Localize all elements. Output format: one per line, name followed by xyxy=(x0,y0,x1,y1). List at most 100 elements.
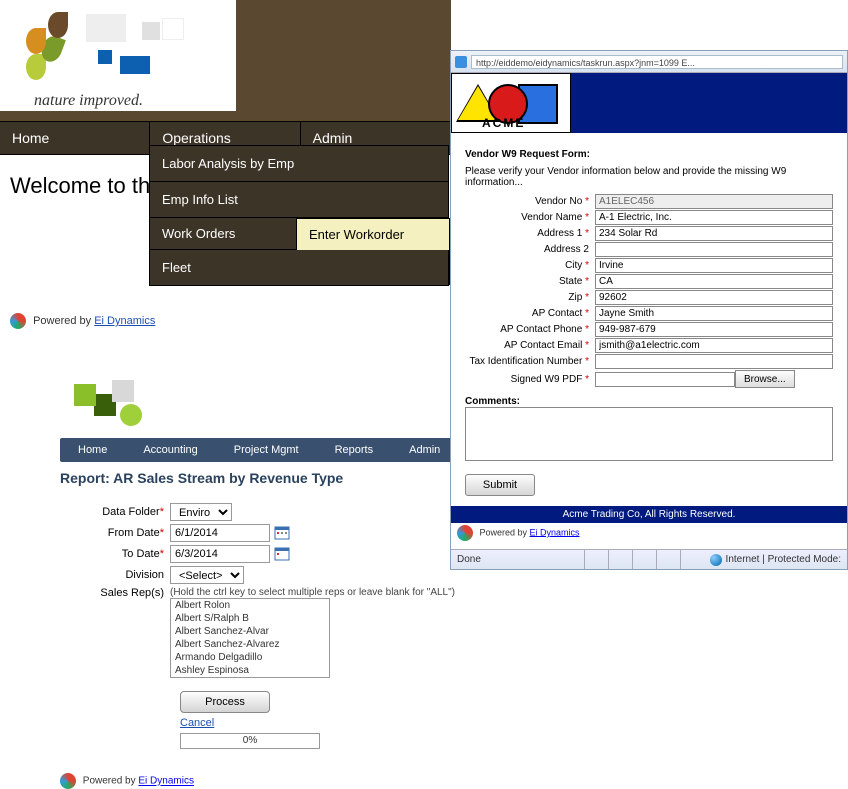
lbl-vendor-no: Vendor No * xyxy=(465,196,595,207)
lbl-ap-email: AP Contact Email * xyxy=(465,340,595,351)
cancel-link[interactable]: Cancel xyxy=(180,717,460,729)
lbl-state: State * xyxy=(465,276,595,287)
address1-field[interactable] xyxy=(595,226,833,241)
dd-fleet[interactable]: Fleet xyxy=(149,250,449,286)
list-item[interactable]: Albert S/Ralph B xyxy=(171,612,329,625)
signed-pdf-field[interactable] xyxy=(595,372,735,387)
browser-status-bar: Done Internet | Protected Mode: xyxy=(451,549,847,569)
acme-browser-pane: http://eiddemo/eidynamics/taskrun.aspx?j… xyxy=(450,50,848,570)
acme-logo-icon: ACME xyxy=(451,73,571,133)
lbl-address2: Address 2 xyxy=(465,244,595,255)
lbl-from-date: From Date* xyxy=(60,527,170,539)
powered-text: Powered by xyxy=(83,776,139,787)
page-favicon-icon xyxy=(455,56,467,68)
list-item[interactable]: Albert Sanchez-Alvar xyxy=(171,625,329,638)
form-intro: Please verify your Vendor information be… xyxy=(465,166,833,188)
nav-home[interactable]: Home xyxy=(0,122,150,154)
ei-dynamics-link[interactable]: Ei Dynamics xyxy=(138,776,194,787)
powered-text: Powered by xyxy=(480,527,530,537)
browse-button[interactable]: Browse... xyxy=(735,370,795,388)
ap-email-field[interactable] xyxy=(595,338,833,353)
report-app-pane: Home Accounting Project Mgmt Reports Adm… xyxy=(60,370,460,789)
tin-field[interactable] xyxy=(595,354,833,369)
lbl-city: City * xyxy=(465,260,595,271)
lbl-division: Division xyxy=(60,569,170,581)
city-field[interactable] xyxy=(595,258,833,273)
welcome-left: Welcome to th xyxy=(10,173,150,198)
address2-field[interactable] xyxy=(595,242,833,257)
sales-reps-listbox[interactable]: Albert Rolon Albert S/Ralph B Albert San… xyxy=(170,598,330,678)
vendor-name-field[interactable] xyxy=(595,210,833,225)
lbl-tin: Tax Identification Number * xyxy=(465,356,595,367)
report-title: Report: AR Sales Stream by Revenue Type xyxy=(60,462,460,500)
browser-tab-bar: http://eiddemo/eidynamics/taskrun.aspx?j… xyxy=(451,51,847,73)
dd-emp-info[interactable]: Emp Info List xyxy=(149,182,449,218)
lbl-sales-reps: Sales Rep(s) xyxy=(60,587,170,599)
list-item[interactable]: Albert Rolon xyxy=(171,599,329,612)
globe-icon xyxy=(710,554,722,566)
powered-by: Powered by Ei Dynamics xyxy=(0,307,451,335)
status-net-text: Internet | Protected Mode: xyxy=(726,554,841,565)
powered-by: Powered by Ei Dynamics xyxy=(457,525,580,541)
dd-work-orders[interactable]: Work Orders Enter Workorder View Workord… xyxy=(149,218,449,250)
status-internet: Internet | Protected Mode: xyxy=(704,554,847,566)
list-item[interactable]: Ashley Espinosa xyxy=(171,664,329,677)
logo-area: nature improved. xyxy=(0,0,236,111)
lbl-ap-contact: AP Contact * xyxy=(465,308,595,319)
dd-work-orders-label: Work Orders xyxy=(162,226,235,241)
calendar-icon[interactable] xyxy=(274,546,290,562)
ap-phone-field[interactable] xyxy=(595,322,833,337)
list-item[interactable]: Albert Sanchez-Alvarez xyxy=(171,638,329,651)
zip-field[interactable] xyxy=(595,290,833,305)
lbl-zip: Zip * xyxy=(465,292,595,303)
calendar-icon[interactable] xyxy=(274,525,290,541)
ei-orb-icon xyxy=(457,525,473,541)
acme-logo-text: ACME xyxy=(482,116,525,130)
to-date-input[interactable] xyxy=(170,545,270,563)
form-title: Vendor W9 Request Form: xyxy=(465,149,833,160)
operations-dropdown: Labor Analysis by Emp Emp Info List Work… xyxy=(149,145,449,286)
rnav-reports[interactable]: Reports xyxy=(317,438,392,462)
sub-enter-workorder[interactable]: Enter Workorder xyxy=(296,218,450,252)
tagline: nature improved. xyxy=(34,92,143,110)
ei-orb-icon xyxy=(60,773,76,789)
rnav-project-mgmt[interactable]: Project Mgmt xyxy=(216,438,317,462)
status-done: Done xyxy=(451,554,487,565)
w9-form: Vendor W9 Request Form: Please verify yo… xyxy=(451,133,847,506)
acme-header: ACME xyxy=(451,73,847,133)
ei-dynamics-link[interactable]: Ei Dynamics xyxy=(94,315,155,327)
division-select[interactable]: <Select> xyxy=(170,566,244,584)
comments-label: Comments: xyxy=(465,396,833,407)
data-folder-select[interactable]: Enviro xyxy=(170,503,232,521)
acme-footer: Acme Trading Co, All Rights Reserved. xyxy=(451,506,847,523)
lbl-ap-phone: AP Contact Phone * xyxy=(465,324,595,335)
reps-hint: (Hold the ctrl key to select multiple re… xyxy=(170,587,455,598)
vendor-no-field xyxy=(595,194,833,209)
report-nav: Home Accounting Project Mgmt Reports Adm… xyxy=(60,438,460,462)
powered-by: Powered by Ei Dynamics xyxy=(60,773,460,789)
ap-contact-field[interactable] xyxy=(595,306,833,321)
nature-app-pane: nature improved. Home Operations Admin W… xyxy=(0,0,451,335)
lbl-data-folder: Data Folder* xyxy=(60,506,170,518)
process-button[interactable]: Process xyxy=(180,691,270,713)
from-date-input[interactable] xyxy=(170,524,270,542)
submit-button[interactable]: Submit xyxy=(465,474,535,496)
lbl-signed-pdf: Signed W9 PDF * xyxy=(465,374,595,385)
lbl-vendor-name: Vendor Name * xyxy=(465,212,595,223)
powered-text: Powered by xyxy=(33,315,94,327)
report-logo-icon xyxy=(64,374,154,436)
list-item[interactable]: Armando Delgadillo xyxy=(171,651,329,664)
dd-labor-analysis[interactable]: Labor Analysis by Emp xyxy=(149,145,449,182)
state-field[interactable] xyxy=(595,274,833,289)
rnav-admin[interactable]: Admin xyxy=(391,438,458,462)
logo-icon xyxy=(8,6,208,86)
url-display[interactable]: http://eiddemo/eidynamics/taskrun.aspx?j… xyxy=(471,55,843,69)
rnav-home[interactable]: Home xyxy=(60,438,125,462)
rnav-accounting[interactable]: Accounting xyxy=(125,438,215,462)
banner: nature improved. xyxy=(0,0,451,121)
ei-dynamics-link[interactable]: Ei Dynamics xyxy=(530,527,580,537)
ei-orb-icon xyxy=(10,313,26,329)
lbl-address1: Address 1 * xyxy=(465,228,595,239)
comments-textarea[interactable] xyxy=(465,407,833,461)
lbl-to-date: To Date* xyxy=(60,548,170,560)
